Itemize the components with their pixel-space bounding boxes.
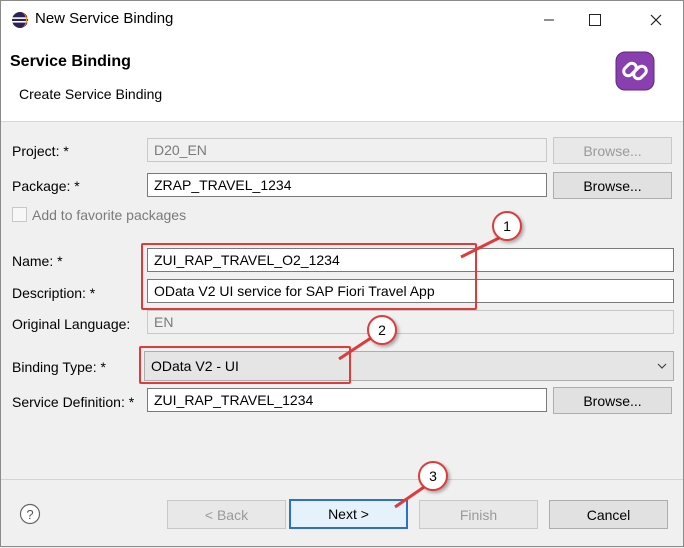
callout-badge-1: 1 [492,211,522,241]
callout-arrows [338,235,502,509]
callout-badge-2: 2 [367,315,397,345]
dialog-window: New Service Binding Service Binding Crea… [0,0,684,547]
callout-badge-3: 3 [418,461,448,491]
